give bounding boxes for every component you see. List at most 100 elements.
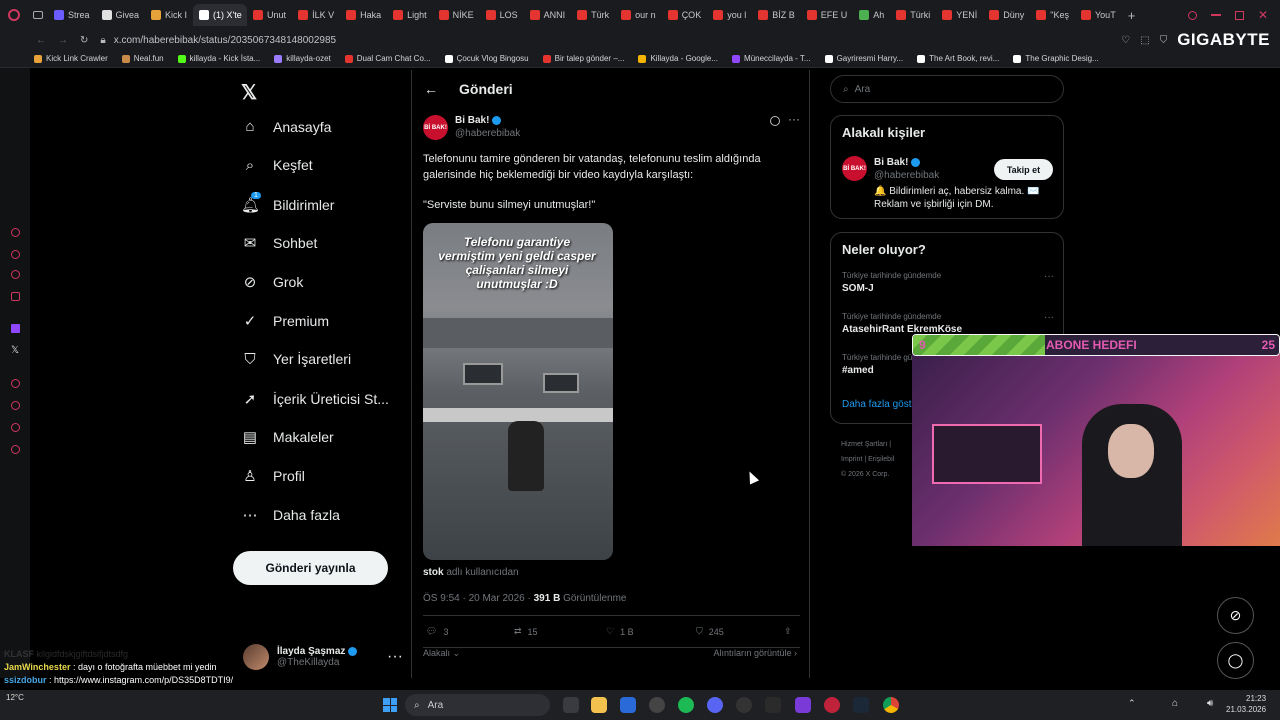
browser-tab[interactable]: ANNI [524,4,572,26]
trend-item[interactable]: Türkiye tarihinde gündemde AtasehirRant E… [842,312,1054,335]
weather-widget[interactable]: 12°C [6,693,24,702]
show-more-link[interactable]: Daha fazla göst [842,399,912,410]
minimize-icon[interactable] [1210,14,1221,16]
accessibility-link[interactable]: Erişilebil [868,456,894,463]
player-icon[interactable] [11,379,20,388]
bookmark-item[interactable]: killayda - Kick İsta... [177,54,260,63]
person-avatar[interactable]: Bİ BAK! [842,156,867,181]
steam-icon[interactable] [853,697,869,713]
more-icon[interactable]: ··· [788,112,800,126]
nav-item-rocket[interactable]: ➚ İçerik Üreticisi St... [241,390,389,408]
volume-icon[interactable]: 🔊︎ [1207,698,1213,709]
reload-icon[interactable]: ↻ [80,35,88,46]
browser-tab[interactable]: LOS [480,4,524,26]
obs-icon[interactable] [736,697,752,713]
quotes-link[interactable]: Alıntıların görüntüle › [713,648,797,658]
twitch-icon[interactable] [11,324,20,333]
shield-icon[interactable]: ⛉ [1160,35,1168,46]
maximize-icon[interactable] [1234,10,1244,20]
chrome-icon[interactable] [883,697,899,713]
nav-item-mail[interactable]: ✉ Sohbet [241,234,318,252]
x-logo[interactable]: 𝕏 [241,80,257,105]
nav-item-bell[interactable]: 🔔︎ 1 Bildirimler [241,191,334,214]
grok-icon[interactable] [770,116,780,126]
bookmark-button[interactable]: ⛉ 245 [696,626,724,637]
nav-item-grok[interactable]: ⊘ Grok [241,273,304,291]
extensions-icon[interactable] [11,423,20,432]
bookmark-item[interactable]: Killayda - Google... [638,54,718,63]
back-arrow-icon[interactable]: ← [424,81,438,97]
post-button[interactable]: Gönderi yayınla [233,551,388,585]
new-tab-button[interactable]: + [1128,8,1136,23]
bookmark-page-icon[interactable]: ♡ [1121,35,1130,46]
bookmark-item[interactable]: The Art Book, revi... [917,54,999,63]
browser-tab[interactable]: (1) X'te [193,4,248,26]
wallet-icon[interactable] [11,250,20,259]
browser-tab[interactable]: our n [615,4,662,26]
opera-icon[interactable] [824,697,840,713]
task-view-icon[interactable] [563,697,579,713]
browser-tab[interactable]: Strea [48,4,96,26]
nav-item-person[interactable]: ♙ Profil [241,467,305,485]
bookmark-item[interactable]: Bir talep gönder –... [542,54,624,63]
bookmark-item[interactable]: Neal.fun [121,54,164,63]
music-icon[interactable] [11,292,20,301]
browser-tab[interactable]: BİZ B [752,4,801,26]
post-image[interactable]: Telefonu garantiye vermiştim yeni geldi … [423,223,613,560]
trend-item[interactable]: Türkiye tarihinde gündemde SOM-J ··· [842,271,1054,294]
nav-item-bookmark[interactable]: ⛉ Yer İşaretleri [241,351,351,368]
chatgpt-icon[interactable] [649,697,665,713]
author-name[interactable]: Bi Bak! [455,115,489,126]
browser-tab[interactable]: Türk [571,4,615,26]
search-box[interactable]: ⌕ Ara [830,75,1064,103]
bookmark-item[interactable]: Müneccilayda - T... [732,54,811,63]
post-timestamp[interactable]: ÖS 9:54 · 20 Mar 2026 · [423,593,534,604]
taskbar-search[interactable]: ⌕ Ara [405,694,550,716]
browser-tab[interactable]: İLK V [292,4,340,26]
history-icon[interactable] [11,401,20,410]
share-icon[interactable]: ⇪ [784,626,792,637]
search-tabs-icon[interactable] [1187,10,1197,20]
app-grid-icon[interactable] [795,697,811,713]
bookmark-item[interactable]: The Graphic Desig... [1013,54,1099,63]
screenshot-icon[interactable]: ⬚ [1140,35,1149,46]
browser-tab[interactable]: Ah [853,4,890,26]
forward-icon[interactable]: → [58,35,68,46]
post-avatar[interactable]: Bİ BAK! [423,115,448,140]
browser-tab[interactable]: YouT [1075,4,1122,26]
discord-icon[interactable] [707,697,723,713]
like-button[interactable]: ♡ 1 B [606,626,634,637]
x-app-icon[interactable]: 𝕏 [11,345,19,356]
person-name[interactable]: Bi Bak! [874,157,908,168]
author-handle[interactable]: @haberebibak [455,128,520,139]
tray-chevron-icon[interactable]: ⌃ [1128,698,1136,709]
nav-item-article[interactable]: ▤ Makaleler [241,428,334,446]
more-icon[interactable]: ··· [1044,271,1054,282]
nav-item-verified[interactable]: ✓ Premium [241,312,329,330]
browser-tab[interactable]: EFE U [801,4,854,26]
browser-tab[interactable]: Light [387,4,433,26]
browser-tab[interactable]: Unut [247,4,292,26]
messages-fab[interactable]: ◯ [1217,642,1254,679]
browser-tab[interactable]: YENİ [936,4,983,26]
network-icon[interactable]: ⌂ [1172,698,1178,709]
spotify-icon[interactable] [678,697,694,713]
start-button[interactable] [383,698,397,712]
bookmark-item[interactable]: killayda-ozet [274,54,331,63]
url-field[interactable]: x.com/haberebibak/status/203506734814800… [114,35,336,46]
bookmark-item[interactable]: Gayriresmi Harry... [824,54,903,63]
clock[interactable]: 21:23 21.03.2026 [1226,693,1266,715]
browser-tab[interactable]: ÇOK [662,4,708,26]
nav-item-home[interactable]: ⌂ Anasayfa [241,118,331,135]
mail-app-icon[interactable] [620,697,636,713]
streamlabs-icon[interactable] [765,697,781,713]
nav-item-search[interactable]: ⌕ Keşfet [241,157,313,174]
replies-filter[interactable]: Alakalı ⌄ [423,648,460,659]
browser-tab[interactable]: NİKE [433,4,480,26]
browser-tab[interactable]: Düny [983,4,1030,26]
person-handle[interactable]: @haberebibak [874,170,939,181]
reply-button[interactable]: 💬︎ 3 [426,626,448,637]
terms-link[interactable]: Hizmet Şartları [841,441,887,448]
site-settings-icon[interactable]: 🔒︎ [100,35,105,46]
repost-button[interactable]: ⇄ 15 [514,626,538,637]
